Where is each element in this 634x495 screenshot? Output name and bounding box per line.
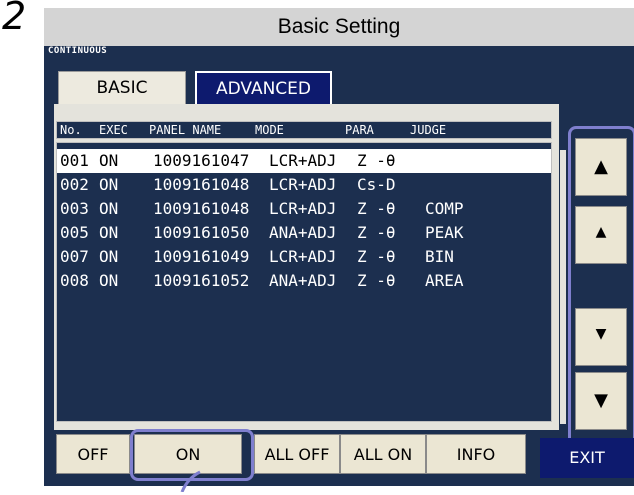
cell-exec: ON — [99, 271, 119, 290]
cell-mode: LCR+ADJ — [269, 151, 337, 170]
cell-judge: BIN — [425, 247, 454, 266]
line-up-button[interactable]: ▲ — [575, 206, 627, 264]
column-header-para: PARA — [345, 123, 374, 137]
instrument-screen: CONTINUOUS BASIC ADVANCED No. EXEC PANEL… — [44, 46, 634, 486]
scrollbar[interactable] — [560, 150, 566, 424]
step-number: 2 — [2, 0, 27, 38]
triangle-down-icon: ▼ — [595, 326, 607, 342]
cell-mode: LCR+ADJ — [269, 199, 337, 218]
column-header-judge: JUDGE — [410, 123, 447, 137]
line-down-button[interactable]: ▼ — [575, 308, 627, 366]
tab-advanced[interactable]: ADVANCED — [195, 71, 332, 104]
cell-mode: ANA+ADJ — [269, 223, 337, 242]
table-header: No. EXEC PANEL NAME MODE PARA JUDGE — [56, 121, 552, 139]
cell-panel: 1009161048 — [153, 175, 250, 194]
header-bar: Basic Setting — [44, 8, 634, 46]
column-header-no: No. — [60, 123, 82, 137]
page-down-button[interactable]: ▼ — [575, 372, 627, 430]
pointer-hint-icon — [180, 470, 201, 492]
cell-no: 003 — [60, 199, 89, 218]
cell-exec: ON — [99, 247, 119, 266]
triangle-up-icon: ▲ — [594, 156, 608, 177]
cell-mode: LCR+ADJ — [269, 247, 337, 266]
table-row[interactable]: 005 ON 1009161050 ANA+ADJ Z -θ PEAK — [57, 221, 551, 245]
cell-no: 007 — [60, 247, 89, 266]
cell-no: 002 — [60, 175, 89, 194]
table-row[interactable]: 007 ON 1009161049 LCR+ADJ Z -θ BIN — [57, 245, 551, 269]
cell-no: 001 — [60, 151, 89, 170]
mode-label: CONTINUOUS — [48, 46, 108, 56]
page-up-button[interactable]: ▲ — [575, 138, 627, 196]
panel-list[interactable]: 001 ON 1009161047 LCR+ADJ Z -θ 002 ON 100916104… — [56, 142, 552, 422]
cell-panel: 1009161050 — [153, 223, 250, 242]
cell-para: Z -θ — [357, 271, 396, 290]
cell-judge: COMP — [425, 199, 464, 218]
table-row[interactable]: 003 ON 1009161048 LCR+ADJ Z -θ COMP — [57, 197, 551, 221]
off-button[interactable]: OFF — [56, 434, 130, 474]
cell-exec: ON — [99, 199, 119, 218]
column-header-mode: MODE — [255, 123, 284, 137]
info-button[interactable]: INFO — [426, 434, 526, 474]
exit-button[interactable]: EXIT — [540, 438, 634, 478]
cell-exec: ON — [99, 223, 119, 242]
cell-para: Z -θ — [357, 151, 396, 170]
all-off-button[interactable]: ALL OFF — [254, 434, 340, 474]
cell-exec: ON — [99, 175, 119, 194]
table-row[interactable]: 008 ON 1009161052 ANA+ADJ Z -θ AREA — [57, 269, 551, 293]
table-row[interactable]: 001 ON 1009161047 LCR+ADJ Z -θ — [57, 149, 551, 173]
cell-para: Z -θ — [357, 247, 396, 266]
cell-judge: AREA — [425, 271, 464, 290]
page-title: Basic Setting — [277, 15, 401, 38]
cell-judge: PEAK — [425, 223, 464, 242]
triangle-down-icon: ▼ — [594, 390, 608, 411]
cell-mode: LCR+ADJ — [269, 175, 337, 194]
cell-panel: 1009161049 — [153, 247, 250, 266]
tab-basic[interactable]: BASIC — [58, 71, 186, 105]
cell-para: Z -θ — [357, 199, 396, 218]
cell-no: 005 — [60, 223, 89, 242]
all-on-button[interactable]: ALL ON — [340, 434, 426, 474]
cell-exec: ON — [99, 151, 119, 170]
cell-para: Cs-D — [357, 175, 396, 194]
cell-panel: 1009161052 — [153, 271, 250, 290]
column-header-panel-name: PANEL NAME — [149, 123, 222, 137]
cell-no: 008 — [60, 271, 89, 290]
cell-panel: 1009161048 — [153, 199, 250, 218]
triangle-up-icon: ▲ — [595, 224, 607, 240]
cell-panel: 1009161047 — [153, 151, 250, 170]
cell-para: Z -θ — [357, 223, 396, 242]
column-header-exec: EXEC — [99, 123, 128, 137]
cell-mode: ANA+ADJ — [269, 271, 337, 290]
table-row[interactable]: 002 ON 1009161048 LCR+ADJ Cs-D — [57, 173, 551, 197]
